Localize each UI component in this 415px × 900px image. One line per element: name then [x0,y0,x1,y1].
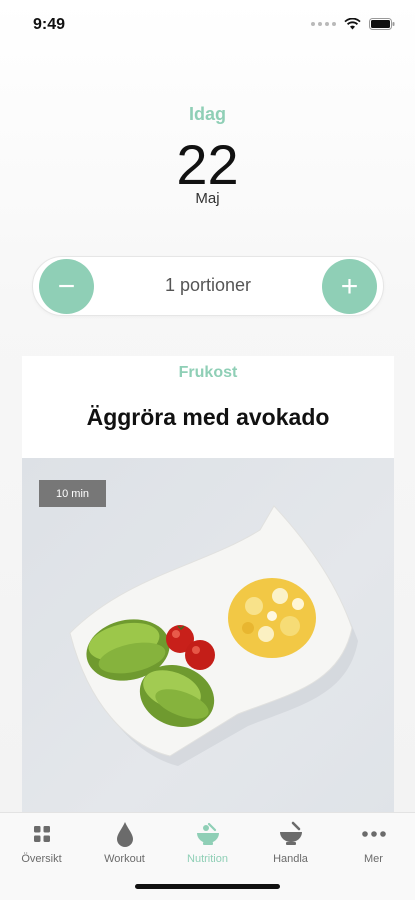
tab-handla[interactable]: Handla [249,819,332,865]
tab-nutrition[interactable]: Nutrition [166,819,249,865]
tab-label: Workout [104,853,145,865]
grid-icon [33,826,50,842]
today-label: Idag [188,104,226,124]
tab-workout[interactable]: Workout [83,819,166,865]
date-header: Idag 22 Maj [0,104,415,207]
status-icons [311,18,395,30]
signal-dots-icon [311,22,336,26]
tab-label: Översikt [21,853,62,865]
bowl-icon [196,822,219,845]
tab-label: Mer [364,853,383,865]
home-indicator[interactable] [135,884,280,889]
status-bar: 9:49 [0,0,415,50]
meal-card[interactable]: Frukost Äggröra med avokado 10 min [22,356,394,826]
tab-label: Handla [273,853,308,865]
tab-oversikt[interactable]: Översikt [0,819,83,865]
meal-type: Frukost [178,364,238,381]
food-plate-illustration [69,505,358,766]
mortar-icon [279,821,302,845]
month-label: Maj [195,190,220,207]
increase-portion-button[interactable]: + [322,259,377,314]
tab-label: Nutrition [187,853,228,865]
day-number: 22 [176,133,239,196]
meal-title: Äggröra med avokado [86,404,330,430]
battery-icon [369,18,395,30]
prep-time-badge: 10 min [39,480,106,507]
portion-stepper: − 1 portioner + [32,256,384,316]
more-icon [361,831,386,837]
tab-mer[interactable]: Mer [332,819,415,865]
wifi-icon [344,18,361,30]
drop-icon [116,822,133,847]
status-time: 9:49 [33,16,66,33]
meal-image[interactable]: 10 min [22,458,394,818]
